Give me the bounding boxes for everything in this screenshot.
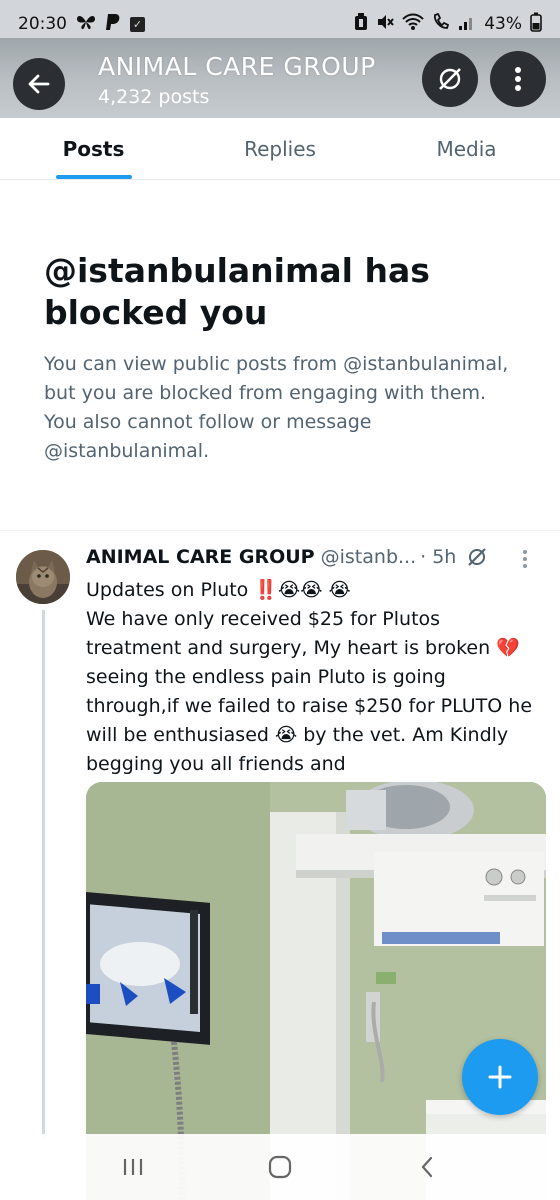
profile-tabs: Posts Replies Media xyxy=(0,118,560,180)
battery-icon xyxy=(530,12,542,37)
post-text-line: We have only received $25 for Plutos tre… xyxy=(86,608,533,775)
active-tab-indicator xyxy=(55,175,132,179)
post-header: ANIMAL CARE GROUP @istanb... · 5h xyxy=(86,546,546,568)
header-title: ANIMAL CARE GROUP xyxy=(98,52,376,81)
more-vertical-icon xyxy=(515,67,521,91)
blocked-description: You can view public posts from @istanbul… xyxy=(44,353,509,462)
battery-saver-icon xyxy=(354,12,368,36)
wifi-icon xyxy=(402,13,424,36)
post-more-button[interactable] xyxy=(522,548,528,574)
tab-media[interactable]: Media xyxy=(373,118,560,179)
call-icon xyxy=(432,12,450,36)
back-nav-button[interactable] xyxy=(397,1147,457,1187)
post-timestamp[interactable]: · 5h xyxy=(420,546,456,568)
plus-icon xyxy=(488,1065,512,1089)
more-vertical-icon xyxy=(523,550,527,568)
mute-icon xyxy=(376,13,394,36)
battery-percent: 43% xyxy=(484,14,522,34)
chevron-left-icon xyxy=(421,1156,432,1178)
avatar[interactable] xyxy=(16,550,70,604)
posts-count: 4,232 posts xyxy=(98,86,210,108)
post-text: Updates on Pluto ‼️😭😭 😭 We have only rec… xyxy=(86,576,536,779)
divider xyxy=(0,530,560,531)
home-icon xyxy=(268,1155,292,1179)
tab-replies[interactable]: Replies xyxy=(187,118,373,179)
grok-button[interactable] xyxy=(422,51,478,107)
tab-label: Posts xyxy=(62,137,125,161)
tab-posts[interactable]: Posts xyxy=(0,118,187,179)
system-navigation-bar xyxy=(0,1134,560,1200)
thread-line xyxy=(42,610,45,1140)
arrow-left-icon xyxy=(28,74,50,94)
post-author-name[interactable]: ANIMAL CARE GROUP xyxy=(86,546,315,568)
recent-apps-icon xyxy=(124,1159,143,1175)
blocked-notice: @istanbulanimal has blocked you You can … xyxy=(44,250,524,466)
grok-icon[interactable] xyxy=(466,546,488,568)
paypal-icon xyxy=(105,13,121,35)
signal-icon xyxy=(458,13,476,36)
grok-icon xyxy=(439,68,461,90)
post-text-line: Updates on Pluto ‼️😭😭 😭 xyxy=(86,579,351,601)
butterfly-icon xyxy=(76,14,96,34)
post-author-handle[interactable]: @istanb... xyxy=(321,546,417,568)
home-button[interactable] xyxy=(250,1147,310,1187)
blocked-title: @istanbulanimal has blocked you xyxy=(44,251,430,332)
more-options-button[interactable] xyxy=(490,51,546,107)
compose-button[interactable] xyxy=(462,1039,538,1115)
check-box-icon: ✓ xyxy=(130,16,145,32)
status-time: 20:30 xyxy=(18,14,67,34)
tab-label: Replies xyxy=(244,137,316,161)
tab-label: Media xyxy=(436,137,497,161)
recent-apps-button[interactable] xyxy=(103,1147,163,1187)
back-button[interactable] xyxy=(13,58,65,110)
